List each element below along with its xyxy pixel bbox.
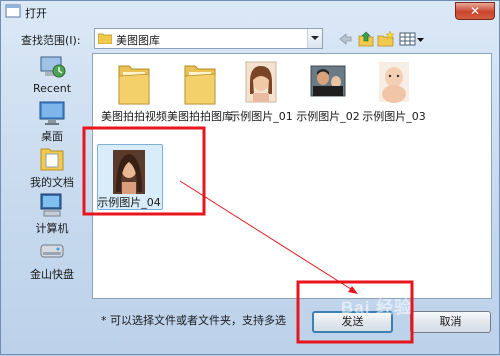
annotation-arrow-line: [179, 180, 355, 292]
open-dialog: 打开 ✕ 查找范围(I): 美图图库 Recent 桌面 我的文档 计算机 金山…: [0, 0, 500, 355]
tutorial-annotation-overlay: [82, 126, 414, 344]
highlight-box-file: [82, 126, 206, 216]
annotation-arrowhead: [348, 286, 358, 294]
